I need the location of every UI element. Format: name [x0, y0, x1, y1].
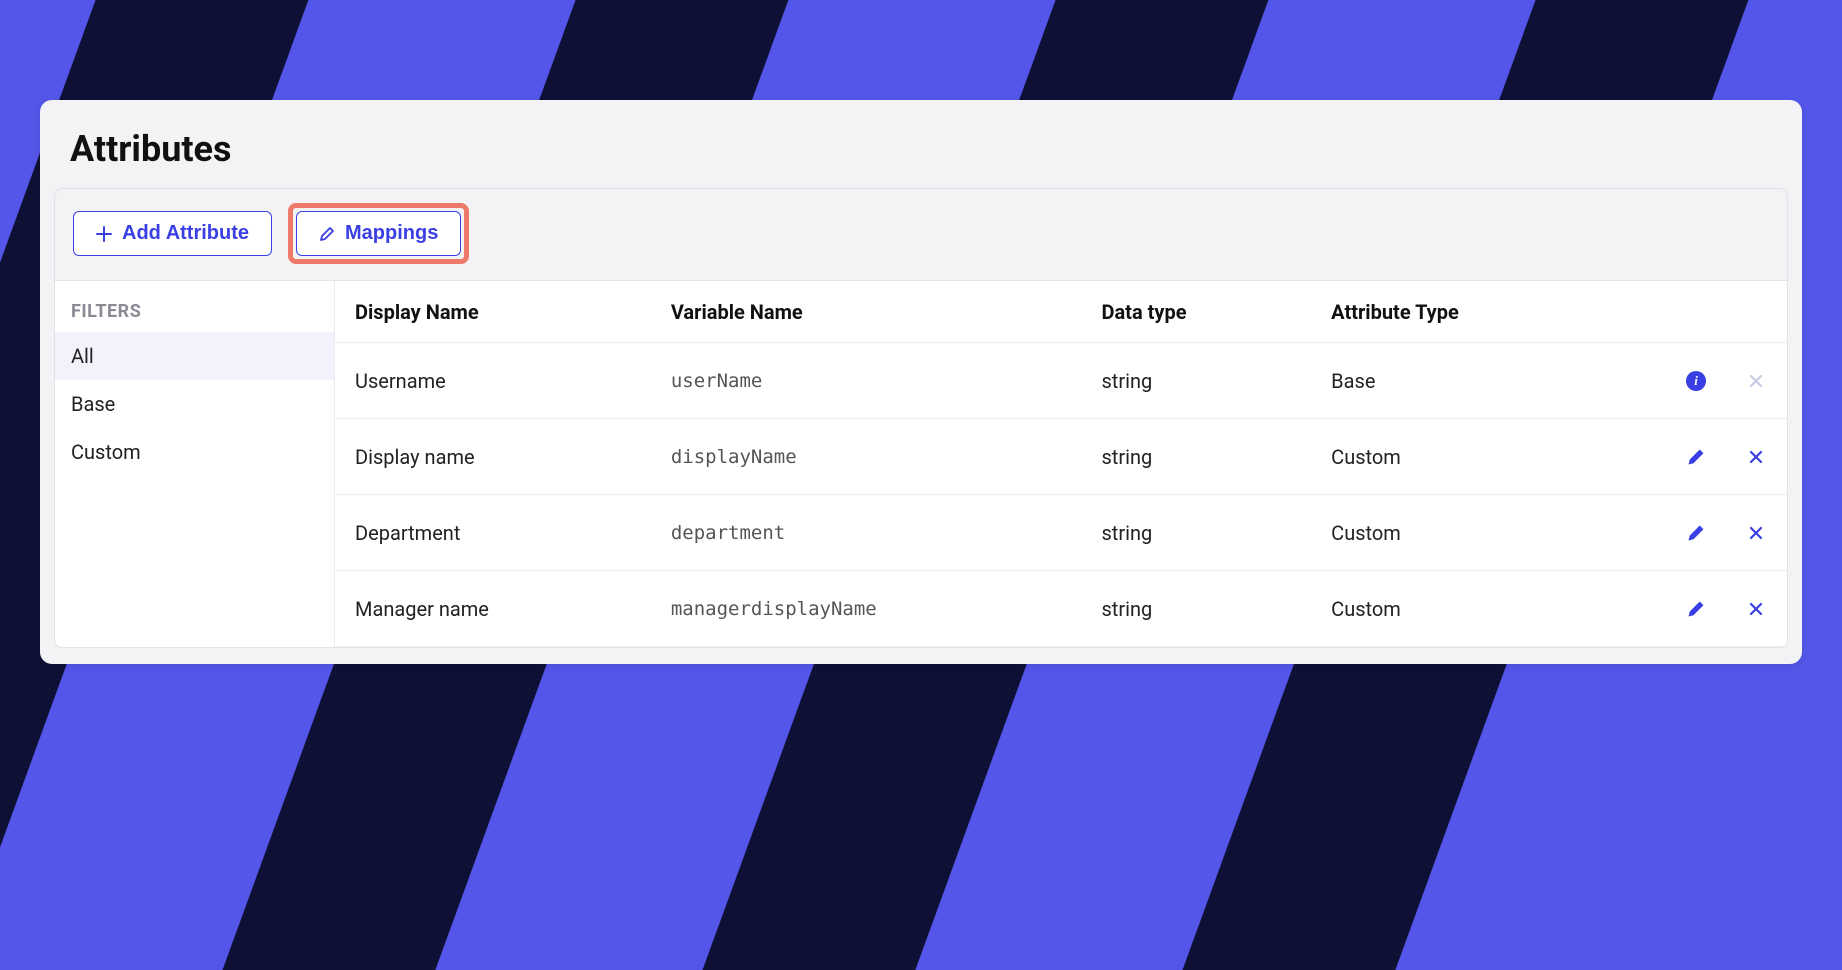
table-row: DepartmentdepartmentstringCustom [335, 495, 1787, 571]
col-variable-name: Variable Name [671, 300, 1102, 324]
cell-attribute-type: Base [1331, 369, 1647, 393]
delete-icon[interactable] [1745, 522, 1767, 544]
col-data-type: Data type [1101, 300, 1331, 324]
filter-item-base[interactable]: Base [55, 380, 334, 428]
delete-icon [1745, 370, 1767, 392]
cell-display-name: Manager name [355, 597, 671, 621]
table-row: Display namedisplayNamestringCustom [335, 419, 1787, 495]
add-attribute-button[interactable]: Add Attribute [73, 211, 272, 256]
cell-variable-name: department [671, 522, 1102, 544]
edit-icon[interactable] [1685, 522, 1707, 544]
row-actions [1647, 598, 1767, 620]
page-title: Attributes [40, 100, 1802, 188]
cell-attribute-type: Custom [1331, 521, 1647, 545]
cell-attribute-type: Custom [1331, 597, 1647, 621]
cell-attribute-type: Custom [1331, 445, 1647, 469]
content-area: FILTERS AllBaseCustom Display Name Varia… [54, 281, 1788, 648]
cell-display-name: Display name [355, 445, 671, 469]
delete-icon[interactable] [1745, 446, 1767, 468]
mappings-label: Mappings [345, 222, 438, 245]
table-row: Manager namemanagerdisplayNamestringCust… [335, 571, 1787, 647]
toolbar-container: Add Attribute Mappings [54, 188, 1788, 281]
cell-data-type: string [1101, 521, 1331, 545]
filters-heading: FILTERS [55, 293, 334, 332]
cell-variable-name: userName [671, 370, 1102, 392]
cell-display-name: Username [355, 369, 671, 393]
mappings-button[interactable]: Mappings [296, 211, 461, 256]
cell-display-name: Department [355, 521, 671, 545]
pencil-icon [319, 226, 335, 242]
row-actions [1647, 522, 1767, 544]
mappings-highlight: Mappings [288, 203, 469, 264]
row-actions [1647, 446, 1767, 468]
add-attribute-label: Add Attribute [122, 222, 249, 245]
filter-item-custom[interactable]: Custom [55, 428, 334, 476]
col-display-name: Display Name [355, 300, 671, 324]
cell-data-type: string [1101, 369, 1331, 393]
filter-item-all[interactable]: All [55, 332, 334, 380]
filters-sidebar: FILTERS AllBaseCustom [55, 281, 335, 647]
cell-variable-name: managerdisplayName [671, 598, 1102, 620]
table-row: UsernameuserNamestringBase i [335, 343, 1787, 419]
col-attribute-type: Attribute Type [1331, 300, 1647, 324]
delete-icon[interactable] [1745, 598, 1767, 620]
table-header-row: Display Name Variable Name Data type Att… [335, 281, 1787, 343]
row-actions: i [1647, 370, 1767, 392]
toolbar: Add Attribute Mappings [55, 189, 1787, 280]
attributes-table: Display Name Variable Name Data type Att… [335, 281, 1787, 647]
plus-icon [96, 226, 112, 242]
attributes-card: Attributes Add Attribute Mappings FILTE [40, 100, 1802, 664]
cell-variable-name: displayName [671, 446, 1102, 468]
info-icon[interactable]: i [1685, 370, 1707, 392]
cell-data-type: string [1101, 597, 1331, 621]
edit-icon[interactable] [1685, 446, 1707, 468]
cell-data-type: string [1101, 445, 1331, 469]
edit-icon[interactable] [1685, 598, 1707, 620]
